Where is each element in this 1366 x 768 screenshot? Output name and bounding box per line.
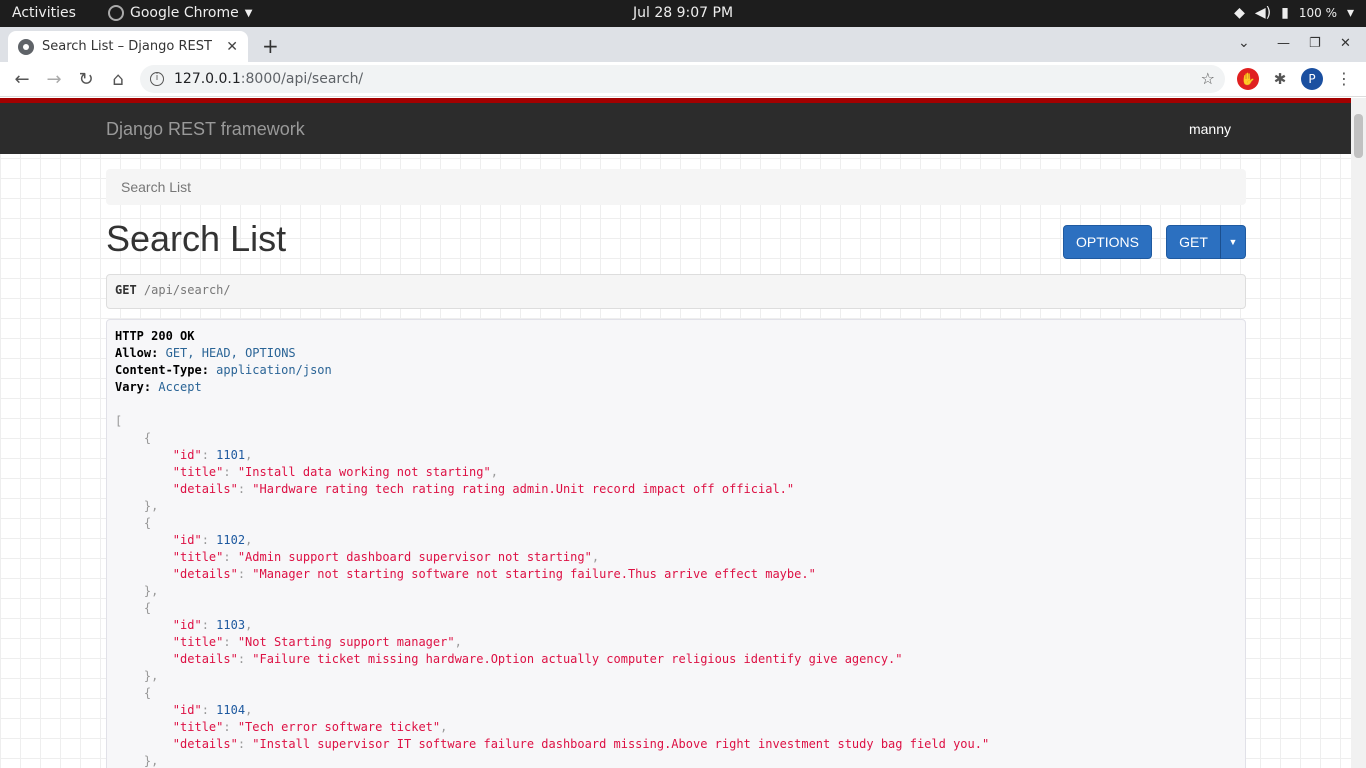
bookmark-star-icon[interactable]: ☆ [1201,69,1215,88]
item-details: "Install supervisor IT software failure … [252,737,990,751]
json-open-bracket: [ [115,414,123,428]
browser-tab[interactable]: Search List – Django REST ✕ [8,31,248,62]
request-path: /api/search/ [143,283,231,297]
new-tab-icon[interactable]: + [262,34,279,58]
response-info: HTTP 200 OK Allow: GET, HEAD, OPTIONS Co… [106,319,1246,768]
request-method: GET [115,283,137,297]
item-id: 1104 [216,703,246,717]
app-menu[interactable]: Google Chrome ▼ [108,5,252,21]
user-menu[interactable]: manny [1189,121,1231,137]
caret-down-icon: ▼ [244,7,253,19]
close-window-icon[interactable]: ✕ [1340,36,1351,51]
home-icon[interactable]: ⌂ [107,69,129,90]
page-content: Django REST framework manny Search List … [0,98,1351,768]
volume-icon: ◀) [1254,5,1272,21]
activities-button[interactable]: Activities [12,5,76,21]
os-top-bar: Activities Google Chrome ▼ Jul 28 9:07 P… [0,0,1366,27]
adblock-extension-icon[interactable]: ✋ [1237,68,1259,90]
item-title: "Admin support dashboard supervisor not … [237,550,592,564]
json-item: { "id": 1104, "title": "Tech error softw… [115,686,990,768]
response-header: Allow: GET, HEAD, OPTIONS [115,346,296,360]
caret-down-icon: ▼ [1228,237,1238,247]
profile-avatar[interactable]: P [1301,68,1323,90]
site-info-icon[interactable]: i [150,72,164,86]
tab-strip: Search List – Django REST ✕ [0,27,1366,62]
item-title: "Install data working not starting" [237,465,491,479]
item-details: "Hardware rating tech rating rating admi… [252,482,795,496]
address-bar[interactable]: i 127.0.0.1:8000/api/search/ ☆ [140,65,1225,93]
back-icon[interactable]: ← [11,69,33,90]
item-title: "Tech error software ticket" [237,720,441,734]
url-path: :8000/api/search/ [240,71,364,87]
minimize-icon[interactable]: — [1277,36,1290,51]
caret-down-icon: ▾ [1346,5,1354,21]
json-item: { "id": 1103, "title": "Not Starting sup… [115,601,903,683]
tab-search-icon[interactable]: ⌄ [1238,35,1250,51]
reload-icon[interactable]: ↻ [75,69,97,90]
menu-kebab-icon[interactable]: ⋮ [1333,68,1355,90]
get-format-dropdown-button[interactable]: ▼ [1220,225,1246,259]
close-tab-icon[interactable]: ✕ [226,39,238,55]
browser-toolbar: ← → ↻ ⌂ i 127.0.0.1:8000/api/search/ ☆ ✋… [0,62,1366,97]
battery-level: 100 % [1298,6,1337,20]
url-host: 127.0.0.1 [174,71,241,87]
chrome-icon [108,5,124,21]
item-title: "Not Starting support manager" [237,635,455,649]
response-header: Vary: Accept [115,380,202,394]
options-button[interactable]: OPTIONS [1063,225,1152,259]
item-id: 1102 [216,533,246,547]
json-item: { "id": 1102, "title": "Admin support da… [115,516,816,598]
breadcrumb: Search List [106,169,1246,205]
drf-brand-link[interactable]: Django REST framework [106,119,305,140]
response-header: Content-Type: application/json [115,363,332,377]
request-info: GET /api/search/ [106,274,1246,309]
item-id: 1103 [216,618,246,632]
get-button[interactable]: GET [1166,225,1221,259]
json-item: { "id": 1101, "title": "Install data wor… [115,431,795,513]
drf-navbar: Django REST framework manny [0,98,1351,154]
wifi-icon: ◆ [1234,5,1245,21]
page-scrollbar[interactable] [1351,98,1366,768]
maximize-icon[interactable]: ❐ [1309,36,1321,51]
breadcrumb-item[interactable]: Search List [121,179,191,195]
page-title: Search List [106,218,287,259]
response-status: HTTP 200 OK [115,329,195,343]
clock[interactable]: Jul 28 9:07 PM [633,5,733,21]
scrollbar-thumb[interactable] [1354,114,1363,158]
item-details: "Manager not starting software not start… [252,567,816,581]
tab-title: Search List – Django REST [42,39,212,54]
system-tray[interactable]: ◆ ◀) ▮ 100 % ▾ [1234,5,1354,21]
extensions-puzzle-icon[interactable]: ✱ [1269,68,1291,90]
app-name: Google Chrome [130,5,239,21]
globe-icon [18,38,34,55]
item-id: 1101 [216,448,246,462]
battery-icon: ▮ [1281,5,1289,21]
forward-icon[interactable]: → [43,69,65,90]
item-details: "Failure ticket missing hardware.Option … [252,652,903,666]
